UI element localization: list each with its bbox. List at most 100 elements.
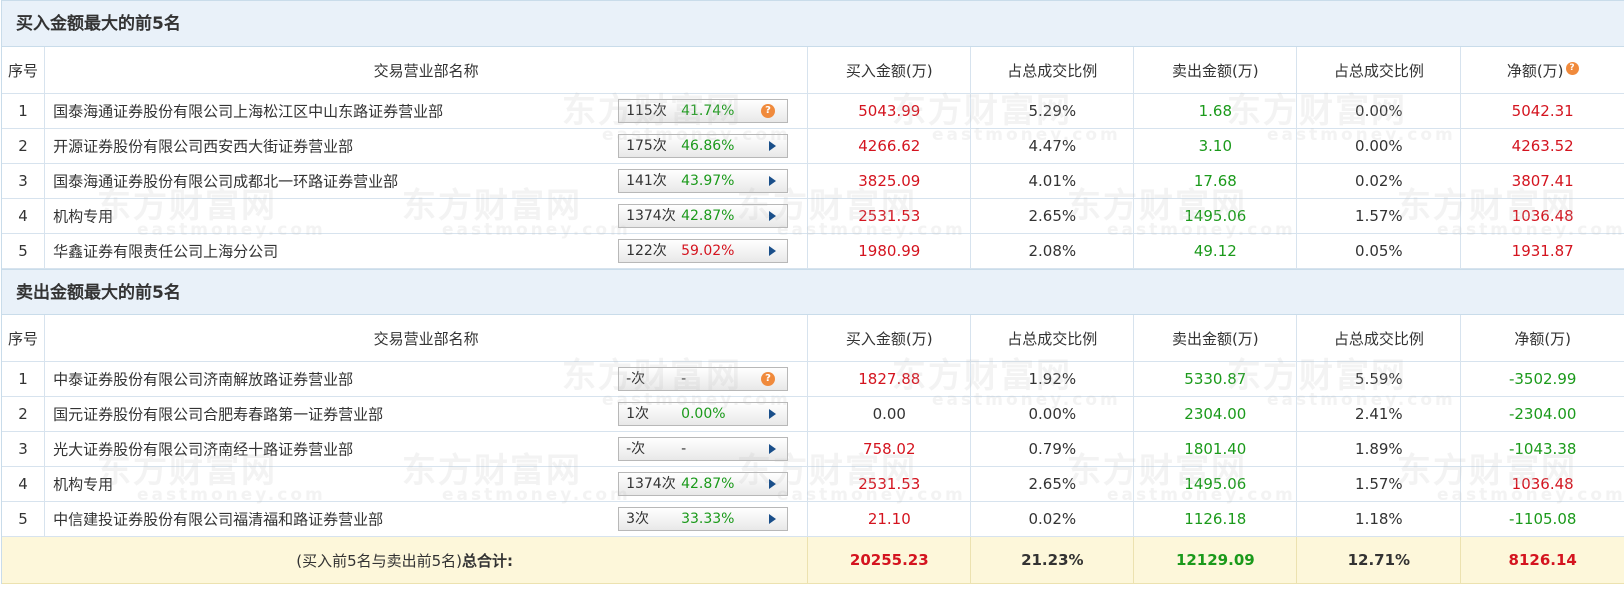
branch-name: 中信建投证券股份有限公司福清福和路证券营业部 [53, 510, 384, 529]
row-index: 3 [2, 431, 46, 467]
net-amount: -1105.08 [1460, 501, 1624, 537]
header-sell-ratio: 占总成交比例 [1296, 315, 1462, 362]
row-index: 3 [2, 163, 46, 199]
sell-amount: 2304.00 [1133, 396, 1298, 432]
net-amount: -2304.00 [1460, 396, 1624, 432]
branch-success-rate: 33.33% [681, 511, 735, 527]
question-icon[interactable]: ? [1565, 61, 1579, 75]
header-branch-name: 交易营业部名称 [44, 47, 809, 94]
branch-stat-button[interactable]: 1374次 42.87% [618, 472, 789, 496]
sell-amount: 3.10 [1133, 128, 1298, 164]
arrow-right-icon[interactable] [769, 246, 777, 256]
net-amount: 5042.31 [1460, 93, 1624, 129]
table-row: 3 国泰海通证券股份有限公司成都北一环路证券营业部 141次 43.97% 3825.0… [2, 163, 1624, 199]
branch-listing-count: -次 [626, 371, 646, 387]
branch-cell: 国泰海通证券股份有限公司上海松江区中山东路证券营业部 115次 41.74%? [44, 93, 809, 129]
branch-stat-button[interactable]: 141次 43.97% [618, 169, 789, 193]
buy-amount: 5043.99 [807, 93, 972, 129]
row-index: 4 [2, 466, 46, 502]
buy-ratio: 0.02% [970, 501, 1135, 537]
branch-cell: 中信建投证券股份有限公司福清福和路证券营业部 3次 33.33% [44, 501, 809, 537]
arrow-right-icon[interactable] [769, 141, 777, 151]
branch-cell: 机构专用 1374次 42.87% [44, 198, 809, 234]
branch-success-rate: 42.87% [681, 476, 735, 492]
arrow-right-icon[interactable] [769, 444, 777, 454]
total-net-amount: 8126.14 [1460, 536, 1624, 584]
branch-listing-count: 1374次 [626, 476, 676, 492]
header-buy-amount: 买入金额(万) [807, 315, 972, 362]
question-icon[interactable]: ? [761, 104, 776, 118]
arrow-right-icon[interactable] [769, 514, 777, 524]
header-sell-amount: 卖出金额(万) [1133, 315, 1298, 362]
table-row: 2 国元证券股份有限公司合肥寿春路第一证券营业部 1次 0.00% 0.00 0.00% 2… [2, 396, 1624, 432]
sell-amount: 1495.06 [1133, 466, 1298, 502]
arrow-right-icon[interactable] [769, 176, 777, 186]
branch-name: 中泰证券股份有限公司济南解放路证券营业部 [53, 370, 354, 389]
table-row: 2 开源证券股份有限公司西安西大街证券营业部 175次 46.86% 4266.62 4.… [2, 128, 1624, 164]
sell-ratio: 0.00% [1296, 93, 1462, 129]
buy-ratio: 1.92% [970, 361, 1135, 397]
branch-stat-button[interactable]: -次 -? [618, 367, 789, 391]
branch-listing-count: 175次 [626, 138, 667, 154]
net-amount: 1036.48 [1460, 466, 1624, 502]
sell-ratio: 0.02% [1296, 163, 1462, 199]
row-index: 4 [2, 198, 46, 234]
branch-name: 国泰海通证券股份有限公司上海松江区中山东路证券营业部 [53, 102, 444, 121]
total-buy-ratio: 21.23% [970, 536, 1135, 584]
arrow-right-icon[interactable] [769, 479, 777, 489]
sell-ratio: 0.05% [1296, 233, 1462, 269]
sell-header-row: 序号 交易营业部名称 买入金额(万) 占总成交比例 卖出金额(万) 占总成交比例… [2, 315, 1624, 362]
branch-listing-count: 3次 [626, 511, 649, 527]
branch-name: 国元证券股份有限公司合肥寿春路第一证券营业部 [53, 405, 384, 424]
branch-stat-button[interactable]: 1374次 42.87% [618, 204, 789, 228]
branch-success-rate: - [681, 371, 687, 387]
branch-stat-button[interactable]: 3次 33.33% [618, 507, 789, 531]
buy-amount: 0.00 [807, 396, 972, 432]
header-sell-ratio: 占总成交比例 [1296, 47, 1462, 94]
row-index: 5 [2, 233, 46, 269]
question-icon[interactable]: ? [761, 372, 776, 386]
total-sell-ratio: 12.71% [1296, 536, 1462, 584]
branch-stat-button[interactable]: 122次 59.02% [618, 239, 789, 263]
sell-amount: 1126.18 [1133, 501, 1298, 537]
buy-ratio: 4.47% [970, 128, 1135, 164]
total-sell-amount: 12129.09 [1133, 536, 1298, 584]
sell-ratio: 1.57% [1296, 466, 1462, 502]
header-branch-name: 交易营业部名称 [44, 315, 809, 362]
net-amount: 1931.87 [1460, 233, 1624, 269]
sell-table-body: 1 中泰证券股份有限公司济南解放路证券营业部 -次 -? 1827.88 1.92% 533… [2, 361, 1624, 537]
buy-amount: 4266.62 [807, 128, 972, 164]
net-amount: 1036.48 [1460, 198, 1624, 234]
branch-listing-count: -次 [626, 441, 646, 457]
buy-ratio: 2.08% [970, 233, 1135, 269]
lhb-detail-panel: 买入金额最大的前5名 序号 交易营业部名称 买入金额(万) 占总成交比例 卖出金… [1, 0, 1624, 584]
sell-amount: 5330.87 [1133, 361, 1298, 397]
branch-name: 机构专用 [53, 207, 114, 226]
branch-listing-count: 115次 [626, 103, 667, 119]
branch-cell: 华鑫证券有限责任公司上海分公司 122次 59.02% [44, 233, 809, 269]
sell-ratio: 1.57% [1296, 198, 1462, 234]
branch-listing-count: 122次 [626, 243, 667, 259]
sell-table: 序号 交易营业部名称 买入金额(万) 占总成交比例 卖出金额(万) 占总成交比例… [2, 315, 1624, 584]
table-row: 1 中泰证券股份有限公司济南解放路证券营业部 -次 -? 1827.88 1.92% 533… [2, 361, 1624, 397]
header-sell-amount: 卖出金额(万) [1133, 47, 1298, 94]
arrow-right-icon[interactable] [769, 409, 777, 419]
branch-cell: 开源证券股份有限公司西安西大街证券营业部 175次 46.86% [44, 128, 809, 164]
branch-success-rate: - [681, 441, 687, 457]
branch-success-rate: 42.87% [681, 208, 735, 224]
sell-ratio: 0.00% [1296, 128, 1462, 164]
branch-stat-button[interactable]: -次 - [618, 437, 789, 461]
buy-amount: 3825.09 [807, 163, 972, 199]
branch-stat-button[interactable]: 115次 41.74%? [618, 99, 789, 123]
branch-stat-button[interactable]: 175次 46.86% [618, 134, 789, 158]
sell-ratio: 2.41% [1296, 396, 1462, 432]
branch-stat-button[interactable]: 1次 0.00% [618, 402, 789, 426]
arrow-right-icon[interactable] [769, 211, 777, 221]
branch-cell: 机构专用 1374次 42.87% [44, 466, 809, 502]
header-net-label: 净额(万) [1506, 61, 1564, 80]
buy-ratio: 2.65% [970, 466, 1135, 502]
row-index: 1 [2, 361, 46, 397]
branch-cell: 国泰海通证券股份有限公司成都北一环路证券营业部 141次 43.97% [44, 163, 809, 199]
branch-name: 光大证券股份有限公司济南经十路证券营业部 [53, 440, 354, 459]
branch-success-rate: 46.86% [681, 138, 735, 154]
